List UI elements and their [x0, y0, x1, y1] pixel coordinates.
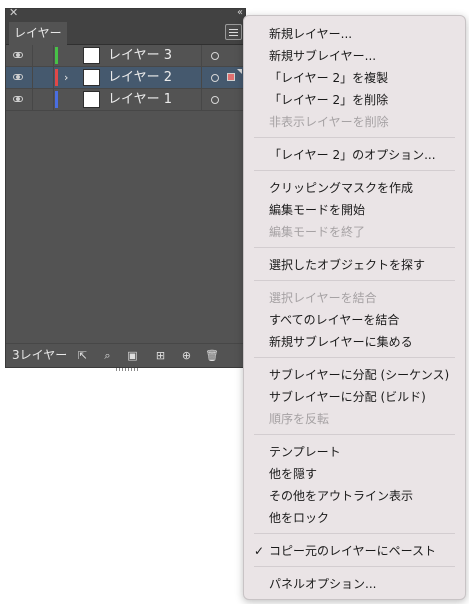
menu-separator	[254, 566, 455, 567]
layer-name[interactable]: レイヤー 2	[108, 67, 172, 88]
menu-item[interactable]: その他をアウトライン表示	[269, 488, 413, 504]
layer-thumbnail	[83, 69, 100, 86]
menu-separator	[254, 170, 455, 171]
menu-item[interactable]: パネルオプション...	[269, 576, 376, 592]
checkmark-icon: ✓	[254, 544, 265, 558]
panel-tabbar: レイヤー	[6, 21, 245, 45]
layer-thumbnail	[83, 47, 100, 64]
divider	[201, 45, 202, 66]
menu-item[interactable]: 選択したオブジェクトを探す	[269, 257, 425, 273]
layer-list: レイヤー 3 › レイヤー 2 レイヤー 1	[6, 45, 245, 111]
divider	[201, 67, 202, 88]
panel-flyout-menu: 新規レイヤー... 新規サブレイヤー... 「レイヤー 2」を複製 「レイヤー …	[243, 15, 466, 600]
menu-separator	[254, 247, 455, 248]
menu-separator	[254, 533, 455, 534]
resize-grip[interactable]	[116, 368, 138, 371]
divider	[201, 89, 202, 110]
eye-icon	[13, 52, 23, 58]
menu-item[interactable]: クリッピングマスクを作成	[269, 180, 413, 196]
layer-count: 3レイヤー	[12, 348, 68, 362]
menu-item[interactable]: 「レイヤー 2」を複製	[269, 70, 388, 86]
menu-item[interactable]: すべてのレイヤーを結合	[269, 312, 399, 328]
menu-separator	[254, 137, 455, 138]
menu-item[interactable]: 順序を反転	[269, 411, 329, 427]
panel-menu-icon[interactable]	[225, 24, 242, 40]
menu-item[interactable]: サブレイヤーに分配 (シーケンス)	[269, 367, 449, 383]
clipping-mask-icon[interactable]: ▣	[126, 349, 139, 362]
visibility-toggle[interactable]	[6, 67, 33, 88]
layer-name[interactable]: レイヤー 1	[108, 89, 172, 110]
layer-color-bar	[55, 91, 58, 108]
panel-footer: 3レイヤー ⇱ ⌕ ▣ ⊞ ⊕ 🗑	[6, 343, 245, 371]
layer-row[interactable]: › レイヤー 2	[6, 67, 245, 89]
menu-item[interactable]: サブレイヤーに分配 (ビルド)	[269, 389, 426, 405]
lock-toggle[interactable]	[33, 89, 54, 110]
menu-item[interactable]: 「レイヤー 2」を削除	[269, 92, 388, 108]
eye-icon	[13, 96, 23, 102]
current-layer-corner-icon	[237, 69, 242, 74]
target-icon[interactable]	[211, 52, 219, 60]
menu-item[interactable]: コピー元のレイヤーにペースト	[269, 543, 436, 559]
collapse-icon[interactable]: ‹‹	[237, 6, 243, 20]
layers-panel: ✕ ‹‹ レイヤー レイヤー 3 › レイヤー 2 レイヤー 1 3レイヤー ⇱…	[5, 6, 246, 371]
locate-object-icon[interactable]: ⌕	[101, 349, 114, 362]
menu-item[interactable]: 選択レイヤーを結合	[269, 290, 377, 306]
lock-toggle[interactable]	[33, 67, 54, 88]
menu-separator	[254, 280, 455, 281]
menu-item[interactable]: 新規サブレイヤーに集める	[269, 334, 413, 350]
menu-item[interactable]: 編集モードを開始	[269, 202, 365, 218]
layer-color-bar	[55, 69, 58, 86]
trash-icon[interactable]: 🗑	[205, 349, 219, 362]
visibility-toggle[interactable]	[6, 45, 33, 66]
menu-item[interactable]: テンプレート	[269, 444, 341, 460]
menu-separator	[254, 357, 455, 358]
tab-layers[interactable]: レイヤー	[9, 22, 67, 45]
menu-item[interactable]: 「レイヤー 2」のオプション...	[269, 147, 436, 163]
panel-titlebar: ✕ ‹‹	[6, 6, 245, 21]
menu-separator	[254, 434, 455, 435]
layer-color-bar	[55, 47, 58, 64]
layer-row[interactable]: レイヤー 3	[6, 45, 245, 67]
target-icon[interactable]	[211, 96, 219, 104]
selection-indicator-icon[interactable]	[227, 73, 235, 81]
layer-name[interactable]: レイヤー 3	[108, 45, 172, 66]
export-icon[interactable]: ⇱	[76, 349, 89, 362]
new-layer-icon[interactable]: ⊕	[180, 349, 193, 362]
expand-icon[interactable]: ›	[64, 69, 68, 86]
menu-item[interactable]: 新規レイヤー...	[269, 26, 352, 42]
visibility-toggle[interactable]	[6, 89, 33, 110]
target-icon[interactable]	[211, 74, 219, 82]
new-sublayer-icon[interactable]: ⊞	[154, 349, 167, 362]
lock-toggle[interactable]	[33, 45, 54, 66]
menu-item[interactable]: 他をロック	[269, 510, 329, 526]
layer-thumbnail	[83, 91, 100, 108]
eye-icon	[13, 74, 23, 80]
menu-item[interactable]: 編集モードを終了	[269, 224, 365, 240]
layer-row[interactable]: レイヤー 1	[6, 89, 245, 111]
menu-item[interactable]: 他を隠す	[269, 466, 317, 482]
menu-item[interactable]: 新規サブレイヤー...	[269, 48, 376, 64]
close-icon[interactable]: ✕	[9, 6, 18, 20]
menu-item[interactable]: 非表示レイヤーを削除	[269, 114, 389, 130]
